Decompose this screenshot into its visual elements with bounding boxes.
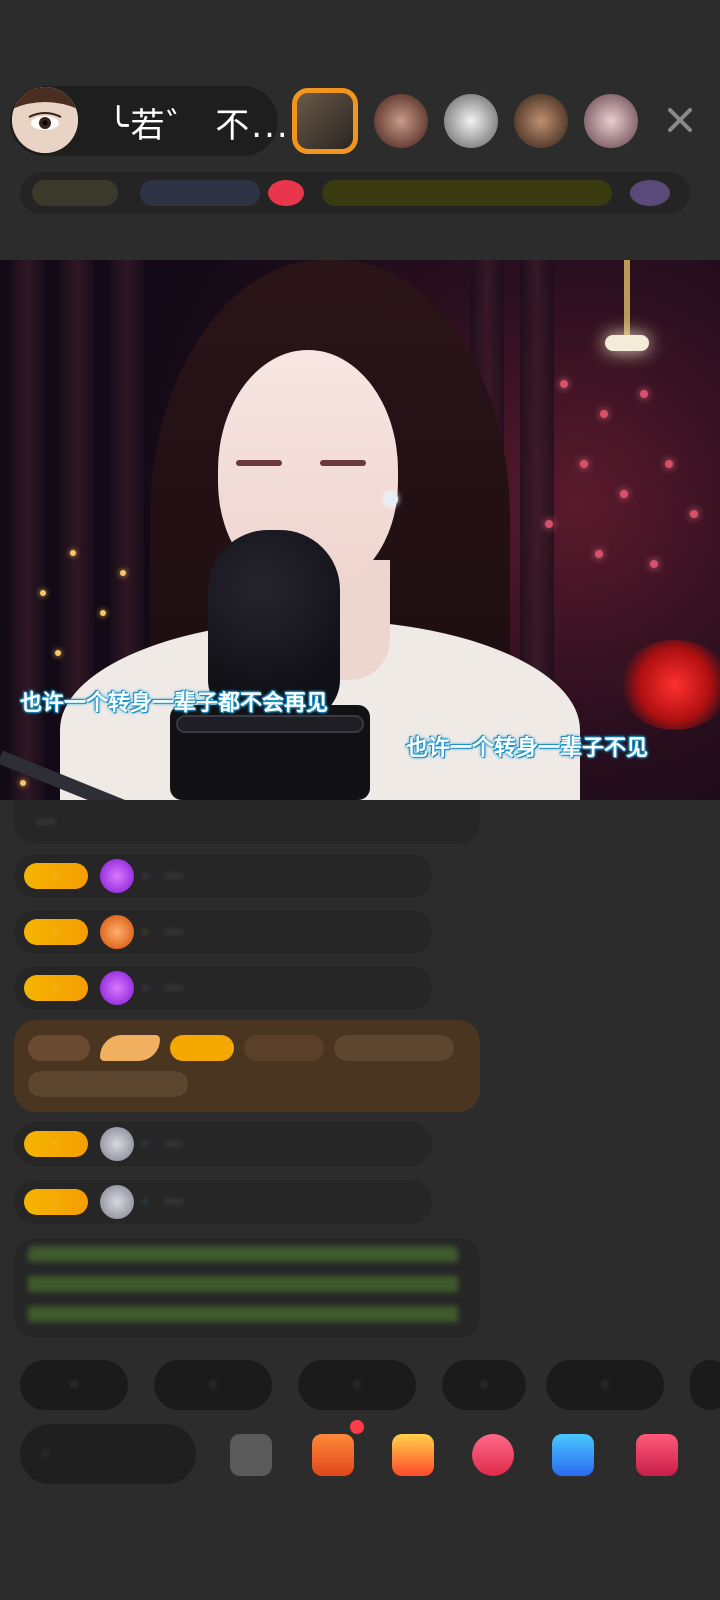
quick-chip[interactable] [690, 1360, 720, 1410]
host-avatar-image [12, 87, 78, 153]
earring [384, 492, 398, 506]
chat-message[interactable]: · · ··· [14, 854, 432, 898]
viewer-avatar[interactable] [584, 94, 638, 148]
level-badge: · [24, 919, 88, 945]
chat-message[interactable]: ··· [14, 800, 480, 844]
lamp [605, 335, 649, 351]
fans-chip[interactable] [140, 180, 260, 206]
fans-club-icon[interactable] [312, 1434, 354, 1476]
system-notice [14, 1238, 480, 1338]
viewer-avatar[interactable] [292, 88, 358, 154]
chat-username[interactable]: · [142, 1190, 148, 1214]
quick-chip[interactable]: · [442, 1360, 526, 1410]
quick-chip[interactable]: · [154, 1360, 272, 1410]
more-chip-icon[interactable] [630, 180, 670, 206]
chat-username[interactable]: · [142, 976, 148, 1000]
host-avatar[interactable] [12, 87, 78, 153]
level-badge: · [24, 1131, 88, 1157]
comment-input[interactable]: · [20, 1424, 196, 1484]
notification-dot [350, 1420, 364, 1434]
lucky-bag-icon[interactable] [472, 1434, 514, 1476]
gift-box-icon[interactable] [392, 1434, 434, 1476]
gift-icon[interactable] [636, 1434, 678, 1476]
user-avatar-icon [100, 1127, 134, 1161]
promo-chip[interactable] [322, 180, 612, 206]
host-name: ╰若゛ 不... [108, 106, 290, 146]
chat-message[interactable]: · · ··· [14, 1180, 432, 1224]
close-icon[interactable] [660, 100, 700, 140]
chat-username[interactable]: · [142, 1132, 148, 1156]
noble-badge [100, 1035, 160, 1061]
lyric-line-right: 也许一个转身一辈子不见 [406, 736, 649, 761]
chat-message[interactable]: · · ··· [14, 966, 432, 1010]
quick-chip[interactable]: · [298, 1360, 416, 1410]
chat-username[interactable]: · [142, 920, 148, 944]
chat-username[interactable] [244, 1035, 324, 1061]
top-viewers [292, 86, 638, 156]
game-icon[interactable] [552, 1434, 594, 1476]
level-badge [170, 1035, 234, 1061]
chat-message[interactable]: · · ··· [14, 910, 432, 954]
live-video[interactable]: 也许一个转身一辈子都不会再见 也许一个转身一辈子不见 [0, 260, 720, 800]
gift-icon[interactable] [268, 180, 304, 206]
hourly-rank-chip[interactable] [32, 180, 118, 206]
diamond-icon [100, 971, 134, 1005]
level-badge: · [24, 863, 88, 889]
chat-message[interactable]: · · ··· [14, 1122, 432, 1166]
viewer-avatar[interactable] [374, 94, 428, 148]
chat-username[interactable]: · [142, 864, 148, 888]
emoji-icon[interactable] [230, 1434, 272, 1476]
close-icon-glyph [668, 108, 692, 132]
highlighted-chat-message[interactable] [14, 1020, 480, 1112]
chat-text [334, 1035, 454, 1061]
quick-chip[interactable]: · [546, 1360, 664, 1410]
fan-badge-icon [100, 915, 134, 949]
vip-badge [28, 1035, 90, 1061]
level-badge: · [24, 1189, 88, 1215]
quick-chip[interactable]: · [20, 1360, 128, 1410]
viewer-avatar[interactable] [444, 94, 498, 148]
diamond-icon [100, 859, 134, 893]
lyric-line-left: 也许一个转身一辈子都不会再见 [20, 691, 329, 716]
chat-text [28, 1071, 188, 1097]
user-avatar-icon [100, 1185, 134, 1219]
level-badge: · [24, 975, 88, 1001]
viewer-avatar[interactable] [514, 94, 568, 148]
